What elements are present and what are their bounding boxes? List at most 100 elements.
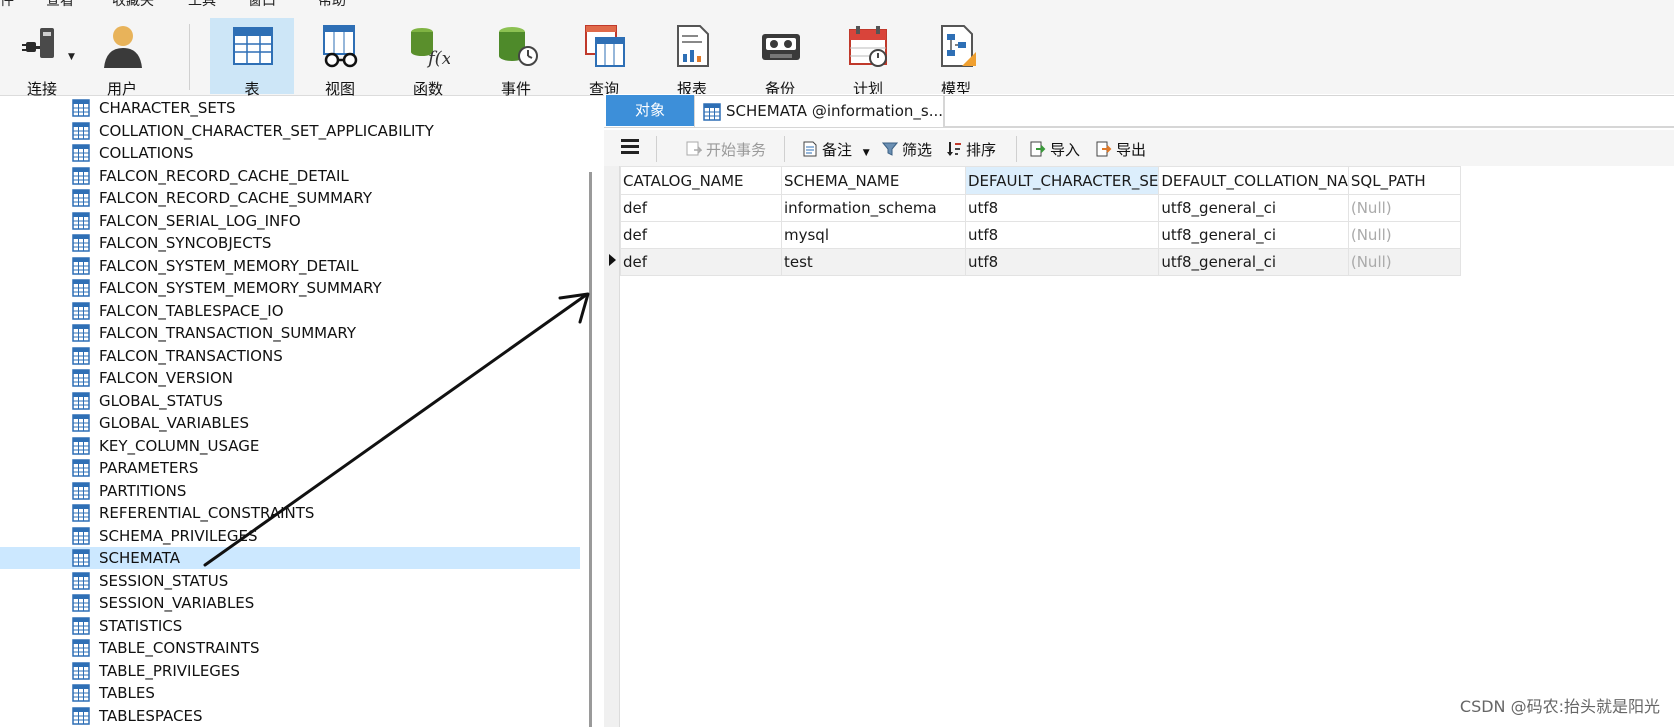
chevron-down-icon[interactable]: ▼ bbox=[68, 52, 75, 62]
cell-catalog-name[interactable]: def bbox=[620, 221, 782, 249]
table-icon bbox=[72, 436, 90, 455]
menu-button[interactable] bbox=[621, 136, 639, 160]
tree-item-label: TABLESPACES bbox=[99, 706, 203, 725]
tree-item[interactable]: STATISTICS bbox=[0, 615, 580, 637]
plug-icon bbox=[22, 28, 54, 58]
memo-button[interactable]: 备注 ▼ bbox=[802, 139, 870, 160]
query-button[interactable]: 查询 bbox=[562, 18, 646, 98]
table-row[interactable]: def mysql utf8 utf8_general_ci (Null) bbox=[620, 221, 1461, 249]
column-header[interactable]: SCHEMA_NAME bbox=[781, 166, 966, 195]
chevron-down-icon[interactable]: ▼ bbox=[863, 148, 870, 158]
tree-item-label: CHARACTER_SETS bbox=[99, 99, 236, 117]
tree-item[interactable]: FALCON_TABLESPACE_IO bbox=[0, 300, 580, 322]
table-row[interactable]: def information_schema utf8 utf8_general… bbox=[620, 194, 1461, 222]
tree-item[interactable]: FALCON_SYNCOBJECTS bbox=[0, 232, 580, 254]
import-icon bbox=[1030, 141, 1046, 157]
tree-item[interactable]: REFERENTIAL_CONSTRAINTS bbox=[0, 502, 580, 524]
cell-sql-path[interactable]: (Null) bbox=[1347, 221, 1461, 249]
column-header[interactable]: DEFAULT_COLLATION_NA bbox=[1158, 166, 1349, 195]
tree-item[interactable]: KEY_COLUMN_USAGE bbox=[0, 435, 580, 457]
column-header[interactable]: CATALOG_NAME bbox=[620, 166, 782, 195]
table-icon bbox=[72, 571, 90, 590]
tree-item[interactable]: FALCON_RECORD_CACHE_DETAIL bbox=[0, 165, 580, 187]
sort-icon bbox=[947, 142, 961, 156]
toolbar-divider bbox=[1016, 136, 1017, 162]
model-button[interactable]: 模型 bbox=[914, 18, 998, 98]
tab-bar-empty bbox=[944, 95, 1674, 127]
sort-button[interactable]: 排序 bbox=[946, 139, 996, 160]
tree-item[interactable]: COLLATION_CHARACTER_SET_APPLICABILITY bbox=[0, 120, 580, 142]
tree-item-label: FALCON_TRANSACTIONS bbox=[99, 346, 283, 365]
cell-catalog-name[interactable]: def bbox=[620, 248, 782, 276]
cell-default-charset[interactable]: utf8 bbox=[964, 221, 1160, 249]
memo-label: 备注 bbox=[822, 141, 853, 159]
filter-button[interactable]: 筛选 bbox=[882, 139, 932, 160]
table-icon bbox=[72, 594, 90, 612]
cell-sql-path[interactable]: (Null) bbox=[1347, 248, 1461, 276]
import-label: 导入 bbox=[1050, 141, 1081, 159]
tree-item[interactable]: FALCON_TRANSACTION_SUMMARY bbox=[0, 322, 580, 344]
cell-default-charset[interactable]: utf8 bbox=[964, 194, 1160, 222]
report-button[interactable]: 报表 bbox=[650, 18, 734, 98]
filter-label: 筛选 bbox=[902, 141, 933, 159]
function-button[interactable]: f(x) 函数 bbox=[386, 18, 470, 98]
cell-schema-name[interactable]: test bbox=[781, 248, 966, 276]
table-icon bbox=[72, 144, 90, 162]
cell-default-collation[interactable]: utf8_general_ci bbox=[1158, 221, 1349, 249]
tree-item[interactable]: COLLATIONS bbox=[0, 142, 580, 164]
tree-item[interactable]: FALCON_SERIAL_LOG_INFO bbox=[0, 210, 580, 232]
cell-default-charset[interactable]: utf8 bbox=[964, 248, 1160, 276]
cell-sql-path[interactable]: (Null) bbox=[1347, 194, 1461, 222]
tree-item-label: FALCON_TABLESPACE_IO bbox=[99, 301, 284, 320]
tree-item[interactable]: TABLE_CONSTRAINTS bbox=[0, 637, 580, 659]
tree-item[interactable]: FALCON_SYSTEM_MEMORY_SUMMARY bbox=[0, 277, 580, 299]
table-icon bbox=[72, 99, 90, 117]
backup-icon bbox=[762, 34, 800, 60]
tree-item[interactable]: GLOBAL_VARIABLES bbox=[0, 412, 580, 434]
begin-transaction-button[interactable]: 开始事务 bbox=[686, 139, 766, 160]
tree-item-label: COLLATIONS bbox=[99, 144, 194, 162]
tree-item[interactable]: GLOBAL_STATUS bbox=[0, 390, 580, 412]
schedule-button[interactable]: 计划 bbox=[826, 18, 910, 98]
column-header[interactable]: SQL_PATH bbox=[1347, 166, 1461, 195]
export-button[interactable]: 导出 bbox=[1096, 139, 1146, 160]
tree-item[interactable]: PARAMETERS bbox=[0, 457, 580, 479]
tree-item[interactable]: FALCON_VERSION bbox=[0, 367, 580, 389]
tree-item-label: TABLES bbox=[99, 684, 155, 702]
table-row[interactable]: def test utf8 utf8_general_ci (Null) bbox=[620, 248, 1461, 276]
filter-icon bbox=[882, 142, 898, 156]
tab-objects[interactable]: 对象 bbox=[606, 95, 694, 126]
tree-item[interactable]: CHARACTER_SETS bbox=[0, 97, 580, 119]
tree-item-label: GLOBAL_VARIABLES bbox=[99, 414, 249, 432]
column-header[interactable]: DEFAULT_CHARACTER_SE bbox=[964, 166, 1160, 195]
tree-item-label: SESSION_VARIABLES bbox=[99, 594, 255, 612]
tree-item[interactable]: FALCON_TRANSACTIONS bbox=[0, 345, 580, 367]
tree-item[interactable]: PARTITIONS bbox=[0, 480, 580, 502]
tree-item[interactable]: FALCON_RECORD_CACHE_SUMMARY bbox=[0, 187, 580, 209]
tree-item[interactable]: SESSION_VARIABLES bbox=[0, 592, 580, 614]
tree-item-label: FALCON_SYSTEM_MEMORY_SUMMARY bbox=[99, 279, 382, 297]
tree-item[interactable]: TABLE_PRIVILEGES bbox=[0, 660, 580, 682]
menu-bar: 件 查看 收藏夹 工具 窗口 帮助 bbox=[0, 0, 1674, 9]
tab-schemata[interactable]: SCHEMATA @information_s... bbox=[694, 95, 944, 127]
table-icon bbox=[72, 234, 90, 252]
tree-item[interactable]: FALCON_SYSTEM_MEMORY_DETAIL bbox=[0, 255, 580, 277]
import-button[interactable]: 导入 bbox=[1030, 139, 1080, 160]
pane-splitter[interactable] bbox=[589, 172, 592, 727]
cell-default-collation[interactable]: utf8_general_ci bbox=[1158, 248, 1349, 276]
view-button[interactable]: 视图 bbox=[298, 18, 382, 98]
table-button[interactable]: 表 bbox=[210, 18, 294, 98]
cell-default-collation[interactable]: utf8_general_ci bbox=[1158, 194, 1349, 222]
cell-schema-name[interactable]: mysql bbox=[781, 221, 966, 249]
cell-catalog-name[interactable]: def bbox=[620, 194, 782, 222]
tree-item[interactable]: SESSION_STATUS bbox=[0, 570, 580, 592]
cell-schema-name[interactable]: information_schema bbox=[781, 194, 966, 222]
tree-item[interactable]: TABLESPACES bbox=[0, 705, 580, 727]
table-icon bbox=[72, 346, 90, 365]
backup-button[interactable]: 备份 bbox=[738, 18, 822, 98]
event-button[interactable]: 事件 bbox=[474, 18, 558, 98]
tree-item[interactable]: SCHEMATA bbox=[0, 547, 580, 569]
user-button[interactable]: 用户 bbox=[80, 18, 164, 98]
tree-item[interactable]: SCHEMA_PRIVILEGES bbox=[0, 525, 580, 547]
tree-item[interactable]: TABLES bbox=[0, 682, 580, 704]
